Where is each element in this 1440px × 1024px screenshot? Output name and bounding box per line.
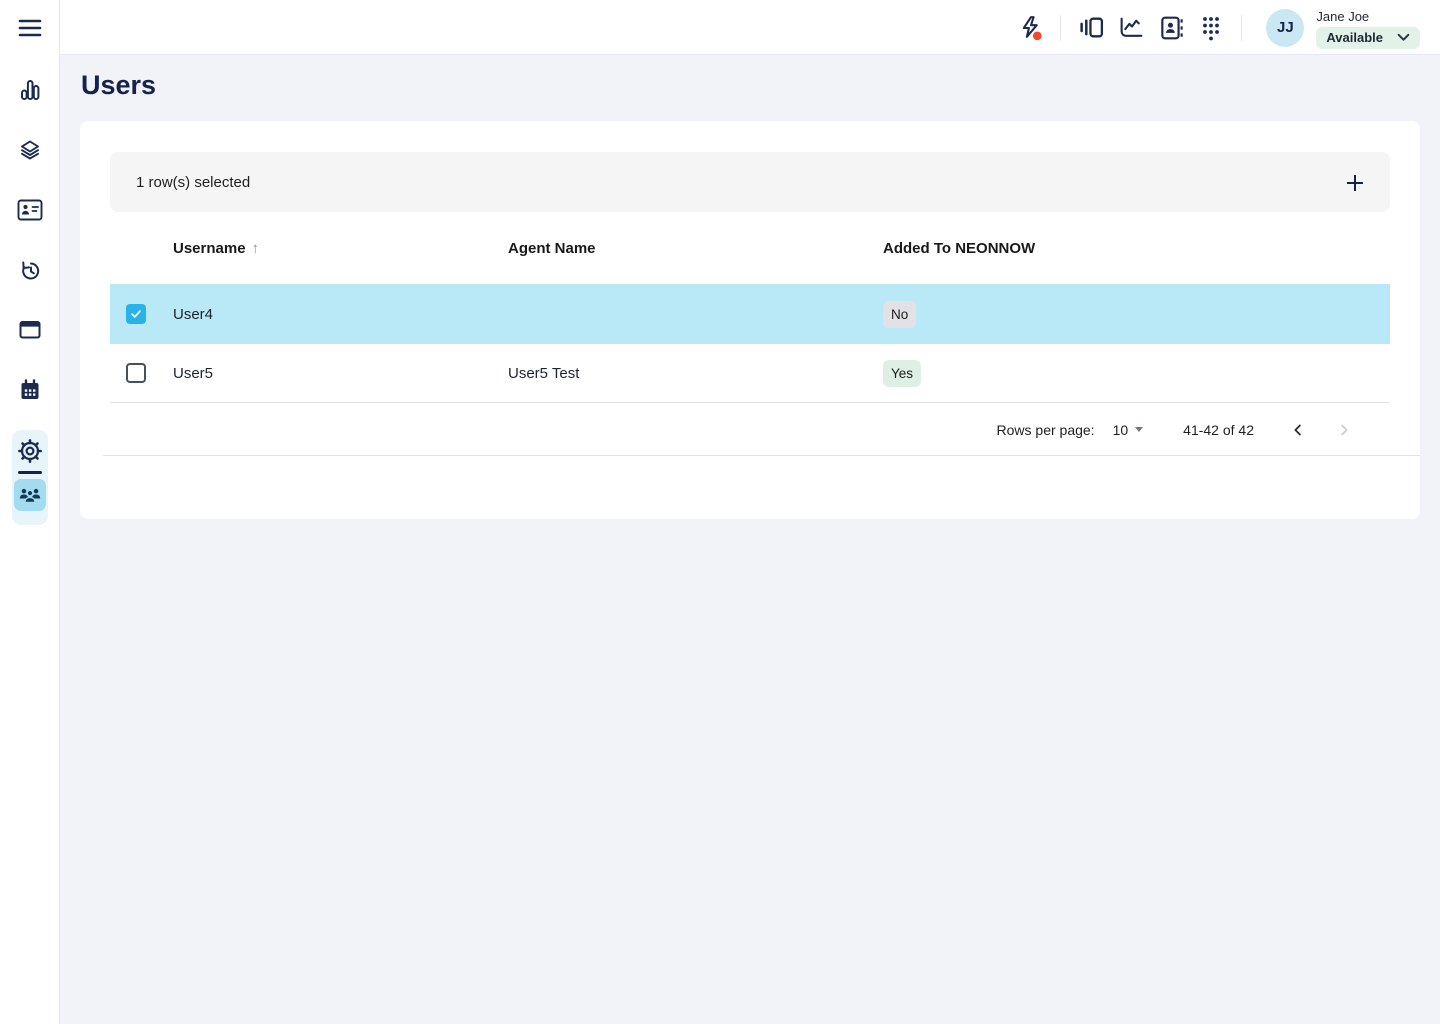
avatar[interactable]: JJ bbox=[1266, 9, 1304, 47]
calendar-icon bbox=[18, 378, 42, 402]
sort-ascending-icon: ↑ bbox=[252, 240, 260, 257]
sidebar-item-layers[interactable] bbox=[18, 138, 42, 162]
topbar-divider bbox=[1241, 15, 1242, 41]
rows-per-page-select[interactable]: 10 bbox=[1113, 422, 1144, 438]
selection-count-text: 1 row(s) selected bbox=[136, 174, 250, 191]
row-checkbox-checked[interactable] bbox=[126, 304, 146, 324]
layout-panels-button[interactable] bbox=[1071, 8, 1111, 48]
layout-panels-icon bbox=[1078, 15, 1105, 40]
sidebar-item-calendar[interactable] bbox=[18, 378, 42, 402]
users-card: 1 row(s) selected Username ↑ Agent Name … bbox=[80, 121, 1420, 519]
settings-group bbox=[12, 430, 48, 525]
pagination-range-text: 41-42 of 42 bbox=[1183, 422, 1254, 438]
users-icon bbox=[17, 485, 43, 505]
added-to-neonnow-badge: No bbox=[883, 301, 916, 328]
notifications-button[interactable] bbox=[1010, 8, 1050, 48]
card-bottom-divider bbox=[103, 455, 1420, 456]
dialpad-button[interactable] bbox=[1191, 8, 1231, 48]
chevron-down-icon bbox=[1397, 33, 1410, 42]
column-header-label: Added To NEONNOW bbox=[883, 240, 1035, 257]
layers-icon bbox=[18, 138, 42, 162]
browser-window-icon bbox=[18, 318, 42, 342]
username-cell: User5 bbox=[173, 365, 508, 382]
chevron-right-icon bbox=[1335, 421, 1353, 439]
rows-per-page-value: 10 bbox=[1113, 422, 1129, 438]
selection-toolbar: 1 row(s) selected bbox=[110, 152, 1390, 212]
chevron-left-icon bbox=[1289, 421, 1307, 439]
checkmark-icon bbox=[129, 307, 143, 321]
topbar: JJ Jane Joe Available bbox=[60, 0, 1440, 55]
bar-chart-icon bbox=[18, 78, 42, 102]
agent-name-cell: User5 Test bbox=[508, 365, 883, 382]
username-cell: User4 bbox=[173, 306, 508, 323]
history-icon bbox=[18, 258, 42, 282]
contact-book-icon bbox=[1158, 15, 1184, 41]
previous-page-button[interactable] bbox=[1280, 412, 1316, 448]
line-chart-icon bbox=[1118, 15, 1145, 40]
status-dropdown[interactable]: Available bbox=[1316, 27, 1420, 49]
rows-per-page-label: Rows per page: bbox=[997, 422, 1095, 438]
table-row[interactable]: User4 No bbox=[110, 284, 1390, 344]
gear-icon bbox=[18, 439, 42, 463]
added-to-neonnow-badge: Yes bbox=[883, 360, 921, 387]
user-name: Jane Joe bbox=[1316, 9, 1420, 24]
page-title: Users bbox=[81, 70, 156, 101]
sidebar-item-browser[interactable] bbox=[18, 318, 42, 342]
topbar-divider bbox=[1060, 15, 1061, 41]
sidebar-item-history[interactable] bbox=[18, 258, 42, 282]
sidebar-item-dashboard[interactable] bbox=[18, 78, 42, 102]
column-header-agent-name[interactable]: Agent Name bbox=[508, 240, 883, 257]
table-header-row: Username ↑ Agent Name Added To NEONNOW bbox=[110, 212, 1390, 284]
plus-icon bbox=[1343, 171, 1367, 195]
column-header-label: Agent Name bbox=[508, 240, 596, 257]
dialpad-icon bbox=[1200, 14, 1222, 42]
column-header-username[interactable]: Username ↑ bbox=[173, 240, 508, 257]
contact-card-icon bbox=[17, 199, 43, 221]
add-user-button[interactable] bbox=[1342, 170, 1368, 196]
hamburger-icon bbox=[16, 16, 44, 40]
next-page-button-disabled[interactable] bbox=[1326, 412, 1362, 448]
sidebar bbox=[0, 0, 60, 1024]
settings-group-divider bbox=[18, 471, 42, 474]
contacts-button[interactable] bbox=[1151, 8, 1191, 48]
column-header-label: Username bbox=[173, 240, 246, 257]
column-header-added-to-neonnow[interactable]: Added To NEONNOW bbox=[883, 240, 1390, 257]
pagination: Rows per page: 10 41-42 of 42 bbox=[997, 404, 1362, 455]
lightning-bolt-icon bbox=[1017, 14, 1044, 41]
caret-down-icon bbox=[1135, 427, 1143, 432]
sidebar-item-contacts[interactable] bbox=[18, 198, 42, 222]
notification-dot bbox=[1033, 31, 1042, 40]
hamburger-menu-button[interactable] bbox=[16, 16, 44, 40]
table-row[interactable]: User5 User5 Test Yes bbox=[110, 344, 1390, 403]
status-label: Available bbox=[1326, 30, 1383, 45]
row-checkbox-unchecked[interactable] bbox=[126, 363, 146, 383]
sidebar-item-settings[interactable] bbox=[18, 438, 42, 464]
sidebar-item-users[interactable] bbox=[14, 479, 46, 511]
analytics-button[interactable] bbox=[1111, 8, 1151, 48]
